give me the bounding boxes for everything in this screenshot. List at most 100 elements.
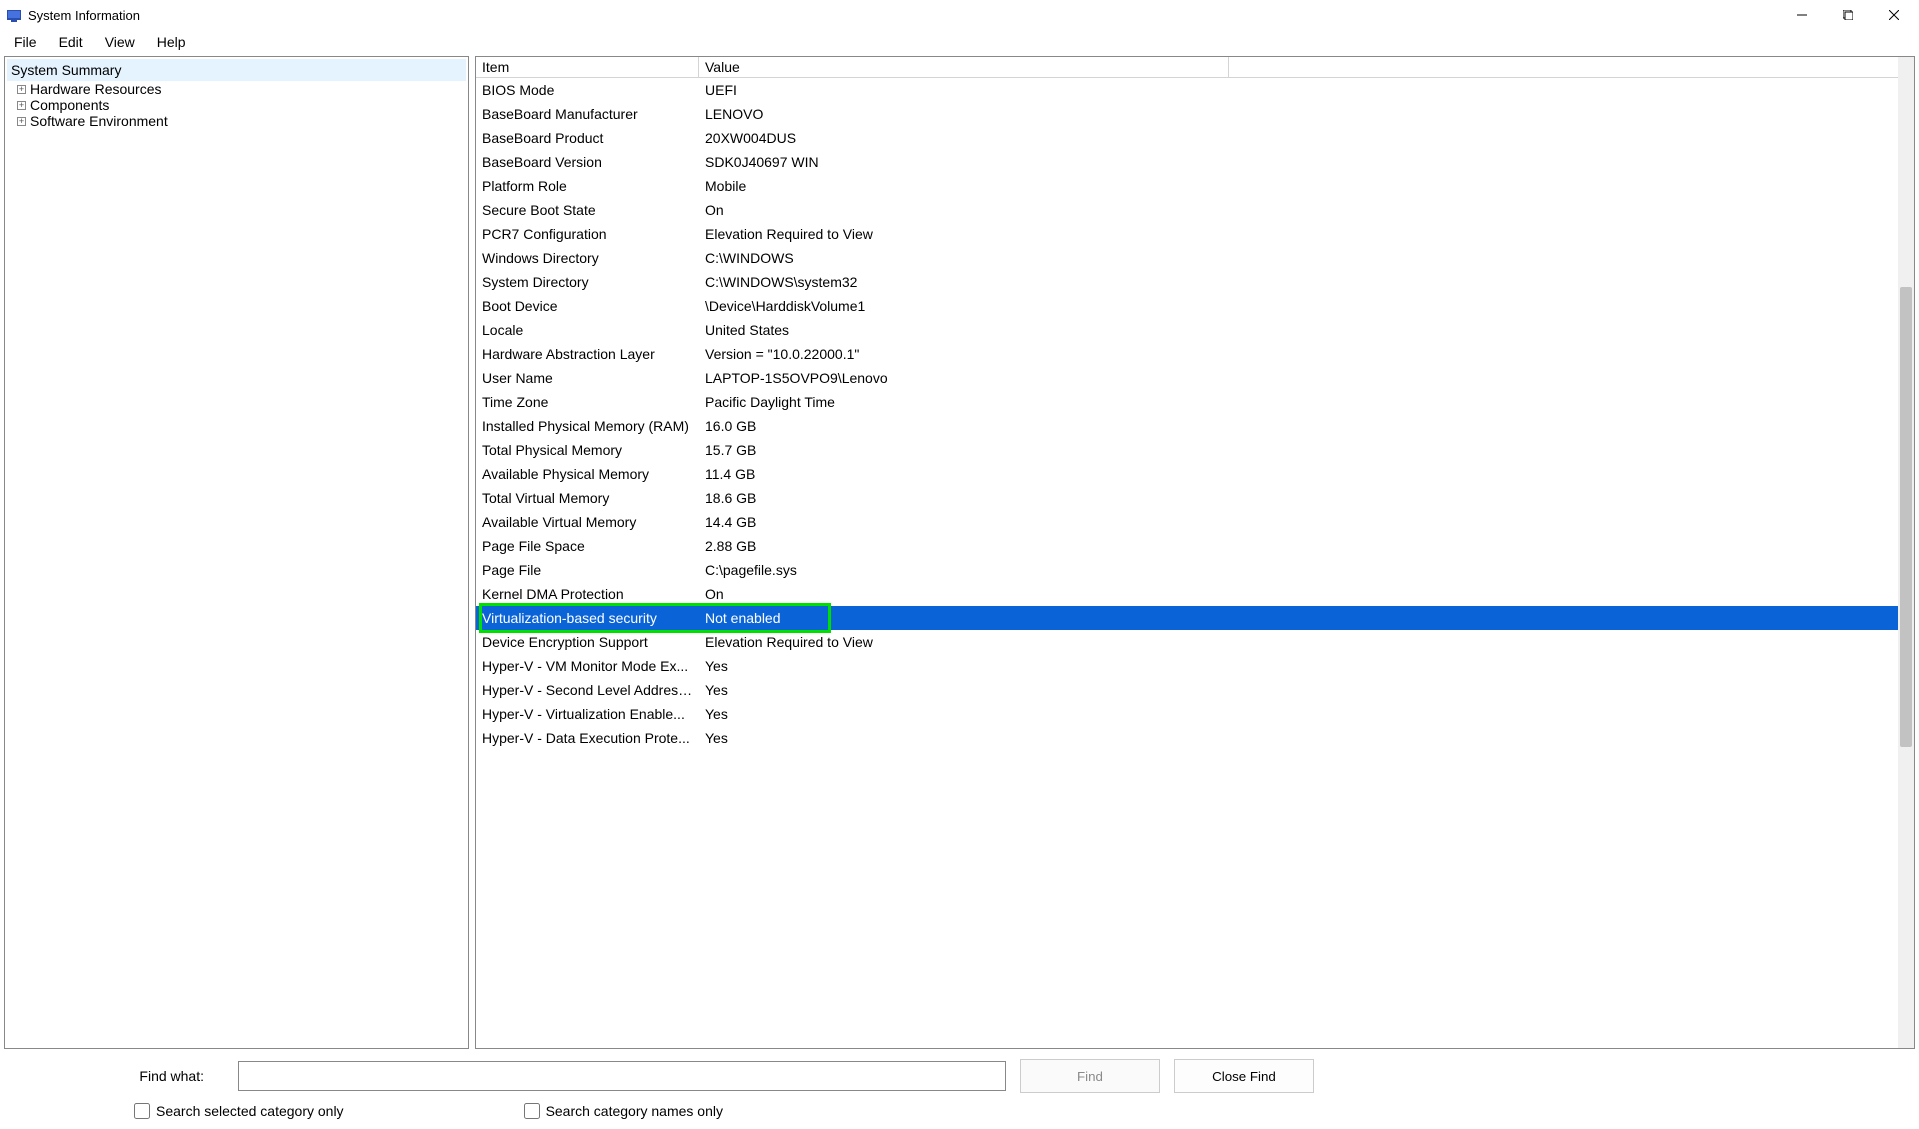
list-row[interactable]: BaseBoard VersionSDK0J40697 WIN	[476, 150, 1914, 174]
cell-value: 16.0 GB	[699, 414, 1914, 438]
cell-value: 20XW004DUS	[699, 126, 1914, 150]
menu-help[interactable]: Help	[147, 32, 196, 52]
cell-value: Elevation Required to View	[699, 222, 1914, 246]
list-row[interactable]: Windows DirectoryC:\WINDOWS	[476, 246, 1914, 270]
category-tree[interactable]: System Summary + Hardware Resources + Co…	[4, 56, 469, 1049]
cell-value: LAPTOP-1S5OVPO9\Lenovo	[699, 366, 1914, 390]
close-button[interactable]	[1871, 0, 1917, 30]
column-header-item[interactable]: Item	[476, 57, 699, 77]
vertical-scrollbar[interactable]	[1898, 57, 1914, 1048]
search-names-checkbox[interactable]: Search category names only	[524, 1103, 723, 1119]
minimize-button[interactable]	[1779, 0, 1825, 30]
cell-value: C:\WINDOWS	[699, 246, 1914, 270]
checkbox-icon[interactable]	[134, 1103, 150, 1119]
cell-item: Platform Role	[476, 174, 699, 198]
cell-value: 11.4 GB	[699, 462, 1914, 486]
list-row[interactable]: Hyper-V - Second Level Address...Yes	[476, 678, 1914, 702]
cell-item: Virtualization-based security	[476, 606, 699, 630]
cell-item: BaseBoard Version	[476, 150, 699, 174]
checkbox-label: Search category names only	[546, 1103, 723, 1119]
cell-value: 2.88 GB	[699, 534, 1914, 558]
window-title: System Information	[28, 8, 140, 23]
cell-item: Locale	[476, 318, 699, 342]
cell-item: Installed Physical Memory (RAM)	[476, 414, 699, 438]
list-row[interactable]: Virtualization-based securityNot enabled	[476, 606, 1914, 630]
checkbox-icon[interactable]	[524, 1103, 540, 1119]
list-row[interactable]: Total Virtual Memory18.6 GB	[476, 486, 1914, 510]
find-label: Find what:	[14, 1068, 224, 1084]
list-row[interactable]: Time ZonePacific Daylight Time	[476, 390, 1914, 414]
close-find-button[interactable]: Close Find	[1174, 1059, 1314, 1093]
cell-value: United States	[699, 318, 1914, 342]
cell-item: Hyper-V - Data Execution Prote...	[476, 726, 699, 750]
maximize-button[interactable]	[1825, 0, 1871, 30]
details-list[interactable]: Item Value BIOS ModeUEFIBaseBoard Manufa…	[475, 56, 1915, 1049]
cell-item: System Directory	[476, 270, 699, 294]
list-row[interactable]: Installed Physical Memory (RAM)16.0 GB	[476, 414, 1914, 438]
cell-value: On	[699, 198, 1914, 222]
list-header: Item Value	[476, 57, 1914, 78]
cell-value: 18.6 GB	[699, 486, 1914, 510]
find-button[interactable]: Find	[1020, 1059, 1160, 1093]
expand-icon[interactable]: +	[17, 101, 26, 110]
list-row[interactable]: LocaleUnited States	[476, 318, 1914, 342]
cell-value: Yes	[699, 702, 1914, 726]
tree-node-components[interactable]: + Components	[7, 97, 466, 113]
list-row[interactable]: Available Virtual Memory14.4 GB	[476, 510, 1914, 534]
list-row[interactable]: Secure Boot StateOn	[476, 198, 1914, 222]
cell-value: Version = "10.0.22000.1"	[699, 342, 1914, 366]
list-row[interactable]: Page File Space2.88 GB	[476, 534, 1914, 558]
cell-item: Page File Space	[476, 534, 699, 558]
cell-item: Hyper-V - Second Level Address...	[476, 678, 699, 702]
menu-edit[interactable]: Edit	[49, 32, 93, 52]
search-selected-checkbox[interactable]: Search selected category only	[134, 1103, 344, 1119]
cell-item: PCR7 Configuration	[476, 222, 699, 246]
cell-value: Pacific Daylight Time	[699, 390, 1914, 414]
tree-node-hardware-resources[interactable]: + Hardware Resources	[7, 81, 466, 97]
expand-icon[interactable]: +	[17, 117, 26, 126]
list-row[interactable]: Hardware Abstraction LayerVersion = "10.…	[476, 342, 1914, 366]
cell-item: BIOS Mode	[476, 78, 699, 102]
list-row[interactable]: Total Physical Memory15.7 GB	[476, 438, 1914, 462]
list-row[interactable]: Hyper-V - Data Execution Prote...Yes	[476, 726, 1914, 750]
cell-item: Hyper-V - Virtualization Enable...	[476, 702, 699, 726]
list-row[interactable]: Platform RoleMobile	[476, 174, 1914, 198]
cell-value: Elevation Required to View	[699, 630, 1914, 654]
titlebar: System Information	[0, 0, 1919, 30]
cell-value: Mobile	[699, 174, 1914, 198]
list-row[interactable]: Hyper-V - VM Monitor Mode Ex...Yes	[476, 654, 1914, 678]
find-input[interactable]	[238, 1061, 1006, 1091]
list-row[interactable]: Available Physical Memory11.4 GB	[476, 462, 1914, 486]
list-row[interactable]: Boot Device\Device\HarddiskVolume1	[476, 294, 1914, 318]
list-row[interactable]: Device Encryption SupportElevation Requi…	[476, 630, 1914, 654]
list-row[interactable]: Page FileC:\pagefile.sys	[476, 558, 1914, 582]
cell-value: 15.7 GB	[699, 438, 1914, 462]
tree-root-node[interactable]: System Summary	[7, 59, 466, 81]
cell-item: Kernel DMA Protection	[476, 582, 699, 606]
column-header-value[interactable]: Value	[699, 57, 1229, 77]
cell-item: Hyper-V - VM Monitor Mode Ex...	[476, 654, 699, 678]
cell-value: Yes	[699, 678, 1914, 702]
list-row[interactable]: BIOS ModeUEFI	[476, 78, 1914, 102]
list-row[interactable]: Kernel DMA ProtectionOn	[476, 582, 1914, 606]
cell-item: Device Encryption Support	[476, 630, 699, 654]
list-row[interactable]: System DirectoryC:\WINDOWS\system32	[476, 270, 1914, 294]
list-row[interactable]: BaseBoard ManufacturerLENOVO	[476, 102, 1914, 126]
cell-item: BaseBoard Product	[476, 126, 699, 150]
scrollbar-thumb[interactable]	[1900, 287, 1912, 747]
cell-value: UEFI	[699, 78, 1914, 102]
list-row[interactable]: BaseBoard Product20XW004DUS	[476, 126, 1914, 150]
cell-value: Yes	[699, 654, 1914, 678]
menu-file[interactable]: File	[4, 32, 47, 52]
tree-node-software-environment[interactable]: + Software Environment	[7, 113, 466, 129]
cell-item: Boot Device	[476, 294, 699, 318]
list-row[interactable]: Hyper-V - Virtualization Enable...Yes	[476, 702, 1914, 726]
menu-view[interactable]: View	[95, 32, 145, 52]
checkbox-label: Search selected category only	[156, 1103, 344, 1119]
cell-value: C:\pagefile.sys	[699, 558, 1914, 582]
list-row[interactable]: User NameLAPTOP-1S5OVPO9\Lenovo	[476, 366, 1914, 390]
cell-item: Available Physical Memory	[476, 462, 699, 486]
expand-icon[interactable]: +	[17, 85, 26, 94]
list-row[interactable]: PCR7 ConfigurationElevation Required to …	[476, 222, 1914, 246]
cell-item: Available Virtual Memory	[476, 510, 699, 534]
